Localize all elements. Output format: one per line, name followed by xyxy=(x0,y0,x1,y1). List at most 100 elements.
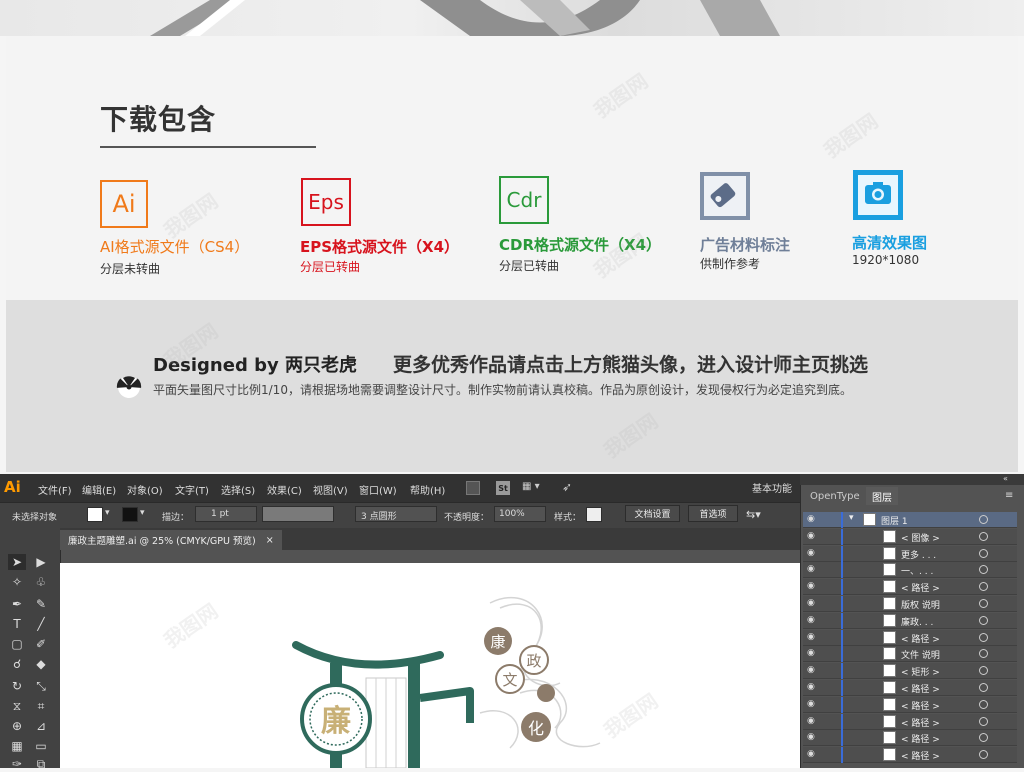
eye-icon[interactable]: ◉ xyxy=(807,732,815,742)
menu-effect[interactable]: 效果(C) xyxy=(267,482,302,497)
variable-width-profile[interactable] xyxy=(262,506,334,522)
align-options-icon[interactable]: ⇆▾ xyxy=(746,508,761,521)
eye-icon[interactable]: ◉ xyxy=(807,514,815,524)
layer-row[interactable]: ◉ < 路径 > xyxy=(803,730,1017,747)
free-transform-tool-icon[interactable]: ⌗ xyxy=(32,698,50,714)
target-icon[interactable] xyxy=(979,548,988,558)
stroke-weight-input[interactable]: 1 pt xyxy=(195,506,257,522)
layer-row[interactable]: ◉ < 路径 > xyxy=(803,680,1017,696)
scale-tool-icon[interactable]: ⤡ xyxy=(32,678,50,694)
width-tool-icon[interactable]: ⧖ xyxy=(8,698,26,714)
shape-builder-tool-icon[interactable]: ⊕ xyxy=(8,718,26,734)
eye-icon[interactable]: ◉ xyxy=(807,598,815,608)
document-setup-button[interactable]: 文档设置 xyxy=(625,505,680,522)
line-tool-icon[interactable]: ╱ xyxy=(32,616,50,632)
target-icon[interactable] xyxy=(979,750,988,760)
arrange-docs-icon[interactable]: ▦ ▾ xyxy=(522,481,546,495)
chevron-down-icon[interactable]: ▾ xyxy=(849,513,854,523)
bridge-icon[interactable] xyxy=(466,481,480,495)
target-icon[interactable] xyxy=(979,599,988,608)
target-icon[interactable] xyxy=(979,582,988,592)
layer-row[interactable]: ◉ < 矩形 > xyxy=(803,663,1017,680)
preferences-button[interactable]: 首选项 xyxy=(688,505,738,522)
layer-row[interactable]: ◉ < 路径 > xyxy=(803,629,1017,646)
opacity-input[interactable]: 100% xyxy=(494,506,546,522)
eye-icon[interactable]: ◉ xyxy=(807,699,815,709)
brush-definition[interactable]: 3 点圆形 xyxy=(355,506,437,522)
collapse-icon[interactable]: « xyxy=(1003,474,1008,483)
target-icon[interactable] xyxy=(979,565,988,575)
menu-type[interactable]: 文字(T) xyxy=(175,482,209,497)
selection-tool-icon[interactable]: ➤ xyxy=(8,554,26,570)
stock-icon[interactable]: St xyxy=(496,481,510,495)
target-icon[interactable] xyxy=(979,531,988,541)
menu-object[interactable]: 对象(O) xyxy=(127,482,163,497)
menu-view[interactable]: 视图(V) xyxy=(313,482,348,497)
eye-icon[interactable]: ◉ xyxy=(807,564,815,574)
eraser-tool-icon[interactable]: ◆ xyxy=(32,656,50,672)
layer-row[interactable]: ◉ 一、. . . xyxy=(803,562,1017,579)
workspace-switcher[interactable]: 基本功能 xyxy=(752,480,792,495)
stroke-swatch[interactable] xyxy=(122,507,138,522)
target-icon[interactable] xyxy=(979,649,988,659)
layer-row[interactable]: ◉ < 路径 > xyxy=(803,747,1017,764)
pen-tool-icon[interactable]: ✒ xyxy=(8,596,26,612)
chevron-down-icon[interactable]: ▾ xyxy=(105,508,110,518)
blend-tool-icon[interactable]: ⧉ xyxy=(32,756,50,772)
rectangle-tool-icon[interactable]: ▢ xyxy=(8,636,26,652)
eye-icon[interactable]: ◉ xyxy=(807,632,815,642)
eye-icon[interactable]: ◉ xyxy=(807,665,815,675)
designer-more-text[interactable]: 更多优秀作品请点击上方熊猫头像，进入设计师主页挑选 xyxy=(393,350,868,377)
target-icon[interactable] xyxy=(979,716,988,726)
fill-swatch[interactable] xyxy=(87,507,103,522)
eye-icon[interactable]: ◉ xyxy=(807,648,815,658)
curvature-tool-icon[interactable]: ✎ xyxy=(32,596,50,612)
eye-icon[interactable]: ◉ xyxy=(807,531,815,541)
paintbrush-tool-icon[interactable]: ✐ xyxy=(32,636,50,652)
artboard-canvas[interactable]: 廉 康 政 文 化 xyxy=(60,563,800,769)
chevron-down-icon[interactable]: ▾ xyxy=(140,508,145,518)
target-icon[interactable] xyxy=(979,683,988,692)
tab-layers[interactable]: 图层 xyxy=(866,487,898,505)
shaper-tool-icon[interactable]: ☌ xyxy=(8,656,26,672)
mesh-tool-icon[interactable]: ▦ xyxy=(8,738,26,754)
magic-wand-tool-icon[interactable]: ✧ xyxy=(8,574,26,590)
eye-icon[interactable]: ◉ xyxy=(807,615,815,625)
menu-help[interactable]: 帮助(H) xyxy=(410,482,445,497)
close-icon[interactable]: × xyxy=(266,535,274,546)
target-icon[interactable] xyxy=(979,733,988,743)
layer-row-top[interactable]: ◉ ▾ 图层 1 xyxy=(803,512,1017,528)
layer-row[interactable]: ◉ 文件 说明 xyxy=(803,646,1017,663)
layer-row[interactable]: ◉ < 路径 > xyxy=(803,696,1017,713)
eye-icon[interactable]: ◉ xyxy=(807,749,815,759)
target-icon[interactable] xyxy=(979,515,988,524)
eye-icon[interactable]: ◉ xyxy=(807,716,815,726)
layer-row[interactable]: ◉ 版权 说明 xyxy=(803,596,1017,612)
eye-icon[interactable]: ◉ xyxy=(807,682,815,692)
menu-window[interactable]: 窗口(W) xyxy=(359,482,397,497)
target-icon[interactable] xyxy=(979,632,988,642)
perspective-grid-tool-icon[interactable]: ⊿ xyxy=(32,718,50,734)
layer-row[interactable]: ◉ < 路径 > xyxy=(803,713,1017,730)
layer-row[interactable]: ◉ < 图像 > xyxy=(803,528,1017,545)
layer-row[interactable]: ◉ 更多 . . . xyxy=(803,545,1017,562)
menu-file[interactable]: 文件(F) xyxy=(38,482,72,497)
gradient-tool-icon[interactable]: ▭ xyxy=(32,738,50,754)
tab-opentype[interactable]: OpenType xyxy=(804,487,866,505)
target-icon[interactable] xyxy=(979,666,988,676)
direct-selection-tool-icon[interactable]: ▶ xyxy=(32,554,50,570)
document-tab[interactable]: 廉政主题雕塑.ai @ 25% (CMYK/GPU 预览) × xyxy=(60,530,282,550)
type-tool-icon[interactable]: T xyxy=(8,616,26,632)
eye-icon[interactable]: ◉ xyxy=(807,548,815,558)
graphic-style-swatch[interactable] xyxy=(586,507,602,522)
target-icon[interactable] xyxy=(979,615,988,625)
eye-icon[interactable]: ◉ xyxy=(807,581,815,591)
eyedropper-tool-icon[interactable]: ✑ xyxy=(8,756,26,772)
layer-row[interactable]: ◉ 廉政. . . xyxy=(803,612,1017,629)
target-icon[interactable] xyxy=(979,699,988,709)
rotate-tool-icon[interactable]: ↻ xyxy=(8,678,26,694)
layer-row[interactable]: ◉ < 路径 > xyxy=(803,579,1017,596)
menu-edit[interactable]: 编辑(E) xyxy=(82,482,116,497)
menu-select[interactable]: 选择(S) xyxy=(221,482,255,497)
panel-menu-icon[interactable]: ≡ xyxy=(1005,490,1013,501)
